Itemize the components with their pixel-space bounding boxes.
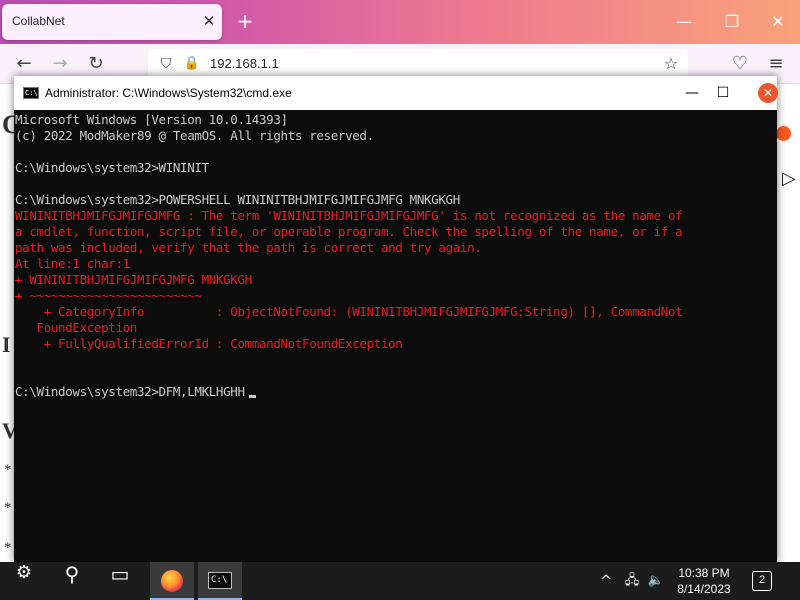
console-line: + FullyQualifiedErrorId : CommandNotFoun… bbox=[15, 336, 777, 352]
system-clock[interactable]: 10:38 PM 8/14/2023 bbox=[668, 565, 740, 597]
console-line-text: WININITBHJMIFGJMIFGJMFG : The term 'WINI… bbox=[15, 208, 683, 223]
console-line-text: + WININITBHJMIFGJMIFGJMFG MNKGKGH bbox=[15, 272, 252, 287]
url-text[interactable]: 192.168.1.1 bbox=[210, 56, 279, 71]
console-line: Microsoft Windows [Version 10.0.14393] bbox=[15, 112, 777, 128]
console-line: FoundException bbox=[15, 320, 777, 336]
new-tab-icon[interactable]: + bbox=[234, 8, 256, 34]
search-icon[interactable]: ⚲ bbox=[52, 562, 92, 600]
console-line: + CategoryInfo : ObjectNotFound: (WININI… bbox=[15, 304, 777, 320]
console-line-text: + CategoryInfo : ObjectNotFound: (WININI… bbox=[15, 304, 683, 319]
console-line-text: At line:1 char:1 bbox=[15, 256, 130, 271]
console-line-text: (c) 2022 ModMaker89 @ TeamOS. All rights… bbox=[15, 128, 374, 143]
console-line-text: a cmdlet, function, script file, or oper… bbox=[15, 224, 683, 239]
browser-maximize-icon[interactable]: ❐ bbox=[716, 8, 748, 36]
task-view-icon[interactable]: ▭ bbox=[100, 562, 140, 600]
page-bullet-fragment: * bbox=[4, 540, 12, 556]
console-output[interactable]: Microsoft Windows [Version 10.0.14393] (c… bbox=[14, 110, 777, 562]
cmd-maximize-icon[interactable]: ☐ bbox=[709, 81, 737, 105]
console-line: At line:1 char:1 bbox=[15, 256, 777, 272]
clock-time: 10:38 PM bbox=[678, 566, 730, 580]
console-line-text: C:\Windows\system32>POWERSHELL WININITBH… bbox=[15, 192, 460, 207]
menu-icon[interactable]: ≡ bbox=[764, 52, 788, 76]
console-line: + WININITBHJMIFGJMIFGJMFG MNKGKGH bbox=[15, 272, 777, 288]
tracking-shield-icon[interactable]: ⛉ bbox=[156, 54, 176, 74]
cmd-window-title: Administrator: C:\Windows\System32\cmd.e… bbox=[45, 86, 292, 100]
reload-icon[interactable]: ↻ bbox=[84, 52, 108, 76]
console-line-text: + FullyQualifiedErrorId : CommandNotFoun… bbox=[15, 336, 403, 351]
console-line-text: FoundException bbox=[15, 320, 138, 335]
console-line: a cmdlet, function, script file, or oper… bbox=[15, 224, 777, 240]
firefox-icon bbox=[161, 570, 183, 592]
page-bullet-fragment: * bbox=[4, 462, 12, 478]
console-line: path was included, verify that the path … bbox=[15, 240, 777, 256]
console-line-text: C:\Windows\system32>WININIT bbox=[15, 160, 209, 175]
cmd-app-icon: C:\ bbox=[23, 87, 39, 99]
console-caret bbox=[248, 395, 256, 398]
taskbar-firefox[interactable] bbox=[150, 562, 194, 600]
console-line-text: Microsoft Windows [Version 10.0.14393] bbox=[15, 112, 288, 127]
insecure-lock-icon[interactable]: 🔒 bbox=[182, 54, 202, 74]
taskbar-cmd[interactable]: C:\ bbox=[198, 562, 242, 600]
console-line-text: path was included, verify that the path … bbox=[15, 240, 482, 255]
tab-bar: CollabNet ✕ + — ❐ ✕ bbox=[0, 0, 800, 44]
console-line-text: + ~~~~~~~~~~~~~~~~~~~~~~~~ bbox=[15, 288, 202, 303]
console-line-text: C:\Windows\system32>DFM,LMKLHGHH bbox=[15, 384, 245, 399]
tab-close-icon[interactable]: ✕ bbox=[200, 12, 218, 30]
console-line: WININITBHJMIFGJMIFGJMFG : The term 'WINI… bbox=[15, 208, 777, 224]
forward-icon[interactable]: → bbox=[48, 52, 72, 76]
volume-icon[interactable]: 🔈 bbox=[644, 562, 668, 600]
network-icon[interactable]: 🖧 bbox=[620, 562, 644, 600]
pocket-icon[interactable]: ♡ bbox=[728, 52, 752, 76]
page-scroll-indicator[interactable] bbox=[776, 126, 791, 141]
page-bullet-fragment: * bbox=[4, 500, 12, 516]
cmd-window[interactable]: C:\ Administrator: C:\Windows\System32\c… bbox=[14, 76, 778, 562]
page-heading-fragment: I bbox=[2, 332, 11, 357]
clock-date: 8/14/2023 bbox=[677, 582, 731, 596]
bookmark-star-icon[interactable]: ☆ bbox=[660, 53, 682, 75]
start-icon[interactable]: ⚙ bbox=[4, 562, 44, 600]
browser-close-icon[interactable]: ✕ bbox=[762, 8, 794, 36]
mouse-cursor-icon: ▷ bbox=[782, 168, 796, 189]
console-line: (c) 2022 ModMaker89 @ TeamOS. All rights… bbox=[15, 128, 777, 144]
tab-title: CollabNet bbox=[12, 14, 65, 28]
console-line: + ~~~~~~~~~~~~~~~~~~~~~~~~ bbox=[15, 288, 777, 304]
tab-collabnet[interactable]: CollabNet ✕ bbox=[2, 4, 222, 40]
cmd-minimize-icon[interactable]: — bbox=[678, 81, 706, 105]
cmd-taskbar-icon: C:\ bbox=[208, 572, 232, 589]
cmd-close-icon[interactable]: ✕ bbox=[758, 83, 778, 103]
notification-center-icon[interactable]: 2 bbox=[752, 571, 772, 591]
url-bar[interactable]: ⛉ 🔒 192.168.1.1 ☆ bbox=[148, 49, 688, 79]
browser-minimize-icon[interactable]: — bbox=[668, 8, 700, 36]
console-line: C:\Windows\system32>WININIT bbox=[15, 160, 777, 176]
cmd-title-bar[interactable]: C:\ Administrator: C:\Windows\System32\c… bbox=[14, 76, 778, 110]
console-line: C:\Windows\system32>POWERSHELL WININITBH… bbox=[15, 192, 777, 208]
back-icon[interactable]: ← bbox=[12, 52, 36, 76]
tray-chevron-icon[interactable]: ^ bbox=[596, 562, 616, 600]
taskbar: ⚙ ⚲ ▭ C:\ ^ 🖧 🔈 10:38 PM 8/14/2023 2 bbox=[0, 562, 800, 600]
console-line: C:\Windows\system32>DFM,LMKLHGHH bbox=[15, 384, 777, 400]
